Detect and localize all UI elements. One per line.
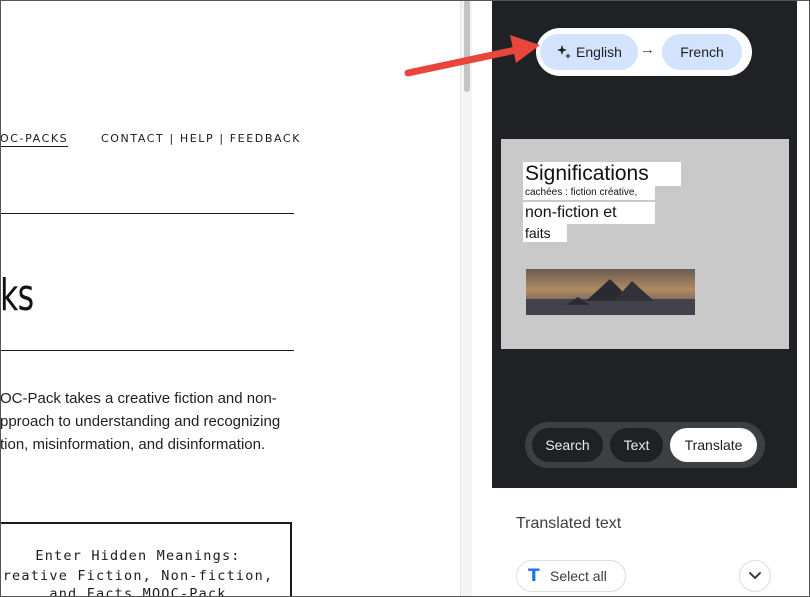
description-line: tion, misinformation, and disinformation… (0, 436, 266, 453)
nav-link-mooc-packs[interactable]: OC-PACKS (0, 132, 69, 147)
translated-text-heading: Translated text (516, 515, 622, 532)
sparkle-icon (557, 45, 572, 59)
source-language-button[interactable]: English (540, 34, 638, 70)
description-text: OC-Pack takes a creative fiction and non… (0, 387, 300, 456)
mode-search-button[interactable]: Search (532, 428, 603, 462)
mode-text-button[interactable]: Text (610, 428, 663, 462)
card-line: and Facts MOOC-Pack (49, 586, 227, 597)
language-selector: English → French (536, 28, 752, 76)
arrow-right-icon: → (640, 41, 655, 58)
description-line: pproach to understanding and recognizing (0, 413, 281, 430)
card-line: reative Fiction, Non-fiction, (2, 568, 274, 584)
expand-button[interactable] (739, 560, 771, 592)
text-icon: T (528, 566, 540, 586)
translated-image-preview[interactable]: Significations cachées : fiction créativ… (501, 139, 789, 349)
pyramid-photo (526, 269, 695, 315)
lens-mode-switcher: Search Text Translate (525, 422, 765, 468)
divider (0, 213, 294, 214)
source-language-label: English (576, 44, 622, 60)
mooc-pack-card[interactable]: Enter Hidden Meanings: reative Fiction, … (0, 522, 292, 597)
translated-text-line[interactable]: Significations (523, 162, 681, 186)
target-language-label: French (680, 44, 724, 60)
translated-text-line[interactable]: faits (523, 224, 567, 242)
page-heading: ks (0, 270, 34, 321)
nav-links[interactable]: CONTACT | HELP | FEEDBACK (101, 132, 301, 145)
chevron-down-icon (749, 572, 761, 579)
webpage-content: OC-PACKS CONTACT | HELP | FEEDBACK ks OC… (0, 0, 460, 597)
annotation-arrow (404, 35, 540, 77)
select-all-label: Select all (550, 568, 607, 584)
translated-text-line[interactable]: cachées : fiction créative, (523, 186, 655, 200)
mode-translate-button[interactable]: Translate (670, 428, 757, 462)
panel-gutter (472, 0, 493, 597)
description-line: OC-Pack takes a creative fiction and non… (0, 390, 277, 407)
target-language-button[interactable]: French (662, 34, 742, 70)
translated-text-line[interactable]: non-fiction et (523, 202, 655, 224)
google-lens-side-panel: English → French Significations cachées … (492, 0, 810, 597)
select-all-button[interactable]: T Select all (516, 560, 626, 592)
card-line: Enter Hidden Meanings: (35, 548, 241, 564)
divider (0, 350, 294, 351)
